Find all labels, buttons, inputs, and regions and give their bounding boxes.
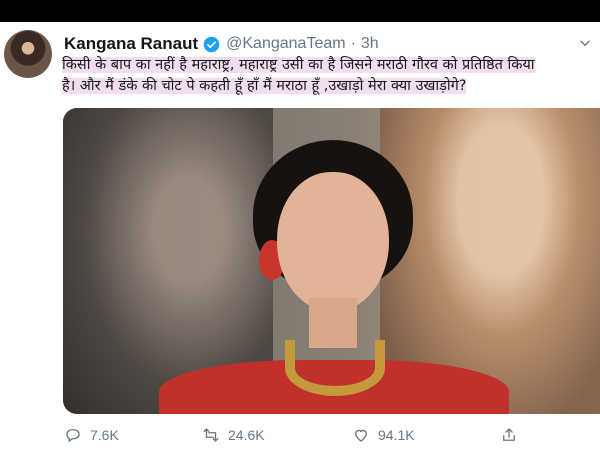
tweet-actions: 7.6K 24.6K 94.1K [64, 426, 534, 448]
chevron-down-icon[interactable] [578, 36, 592, 50]
person-face [277, 172, 389, 312]
like-count: 94.1K [378, 427, 415, 443]
author-handle[interactable]: @KanganaTeam [226, 35, 345, 53]
separator-dot: · [350, 35, 356, 52]
heart-icon [355, 429, 367, 442]
verified-badge-icon [203, 36, 220, 52]
retweet-icon [203, 428, 219, 442]
share-icon [503, 428, 515, 441]
author-name[interactable]: Kangana Ranaut [64, 34, 198, 54]
retweet-button[interactable]: 24.6K [202, 426, 265, 444]
tweet-text: किसी के बाप का नहीं है महाराष्ट्र, महारा… [62, 55, 596, 97]
reply-count: 7.6K [90, 427, 119, 443]
tweet-timestamp[interactable]: 3h [361, 35, 379, 53]
tweet-text-line-1: किसी के बाप का नहीं है महाराष्ट्र, महारा… [62, 57, 535, 73]
tweet-card[interactable]: Kangana Ranaut @KanganaTeam · 3h किसी के… [0, 22, 600, 450]
tweet-media-image[interactable] [63, 108, 600, 414]
reply-button[interactable]: 7.6K [64, 426, 119, 444]
share-button[interactable] [500, 426, 526, 444]
retweet-count: 24.6K [228, 427, 265, 443]
tweet-text-line-2: है। और मैं डंके की चोट पे कहती हूँ हाँ म… [62, 78, 467, 94]
gold-necklace [285, 340, 385, 396]
reply-icon [66, 429, 80, 443]
author-avatar[interactable] [4, 30, 52, 78]
tweet-header: Kangana Ranaut @KanganaTeam · 3h [64, 34, 379, 54]
like-button[interactable]: 94.1K [352, 426, 415, 444]
